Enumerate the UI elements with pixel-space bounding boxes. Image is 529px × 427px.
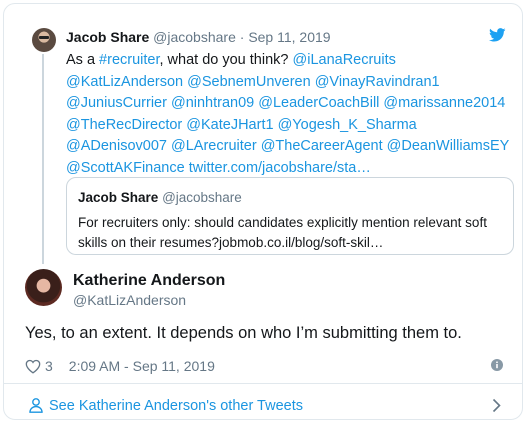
tweet-link[interactable]: @KatLizAnderson [66,74,183,90]
tweet-link[interactable]: @TheRecDirector [66,117,182,133]
quoted-tweet-header: Jacob Share @jacobshare [78,190,242,205]
tweet-link[interactable]: @LArecruiter [171,138,257,154]
reply-timestamp[interactable]: 2:09 AM - Sep 11, 2019 [69,358,215,374]
tweet-link[interactable]: @iLanaRecruits [293,52,396,68]
quoted-author-name: Jacob Share [78,190,159,205]
info-icon[interactable] [491,359,503,371]
tweet-link[interactable]: @ScottAKFinance [66,160,185,176]
see-more-tweets-link[interactable]: See Katherine Anderson's other Tweets [49,398,303,414]
quoted-tweet[interactable]: Jacob Share @jacobshare For recruiters o… [66,177,514,255]
tweet-link[interactable]: @TheCareerAgent [261,138,383,154]
parent-tweet-date[interactable]: Sep 11, 2019 [248,29,330,45]
tweet-link[interactable]: #recruiter [99,52,159,68]
tweet-text-fragment: As a [66,52,100,68]
tweet-link[interactable]: @KateJHart1 [186,117,273,133]
reply-tweet-actions: 3 2:09 AM - Sep 11, 2019 [25,356,215,376]
tweet-link[interactable]: @Yogesh_K_Sharma [278,117,417,133]
reply-tweet-text: Yes, to an extent. It depends on who I’m… [25,324,462,342]
tweet-text-fragment: , what do you think? [159,52,293,68]
quoted-author-handle: @jacobshare [162,190,242,205]
parent-tweet-header: Jacob Share @jacobshare · Sep 11, 2019 [66,29,331,45]
tweet-link[interactable]: twitter.com/jacobshare/sta… [189,160,371,176]
reply-author-handle[interactable]: @KatLizAnderson [73,292,186,308]
see-more-footer[interactable]: See Katherine Anderson's other Tweets [4,384,522,419]
twitter-bird-icon[interactable] [489,28,506,42]
parent-tweet[interactable]: Jacob Share @jacobshare · Sep 11, 2019 A… [4,4,522,264]
quoted-tweet-text: For recruiters only: should candidates e… [78,215,487,250]
meta-separator: · [239,29,245,45]
heart-icon[interactable] [25,359,41,374]
like-count[interactable]: 3 [45,358,53,374]
reply-author-avatar[interactable] [25,269,62,306]
tweet-link[interactable]: @SebnemUnveren [187,74,311,90]
tweet-link[interactable]: @JuniusCurrier [66,95,167,111]
parent-tweet-text: As a #recruiter, what do you think? @iLa… [66,50,514,179]
tweet-link[interactable]: @ADenisov007 [66,138,167,154]
tweet-link[interactable]: @LeaderCoachBill [258,95,379,111]
parent-author-avatar[interactable] [32,28,56,52]
reply-author-name[interactable]: Katherine Anderson [73,272,225,290]
parent-author-handle[interactable]: @jacobshare [153,29,236,45]
parent-author-name[interactable]: Jacob Share [66,29,149,45]
tweet-link[interactable]: @ninhtran09 [171,95,254,111]
thread-line [42,54,44,264]
embedded-tweet-card: Jacob Share @jacobshare · Sep 11, 2019 A… [3,3,523,420]
chevron-right-icon[interactable] [492,398,501,413]
person-icon [29,398,43,413]
tweet-link[interactable]: @marissanne2014 [383,95,505,111]
tweet-link[interactable]: @VinayRavindran1 [315,74,440,90]
tweet-link[interactable]: @DeanWilliamsEY [387,138,509,154]
